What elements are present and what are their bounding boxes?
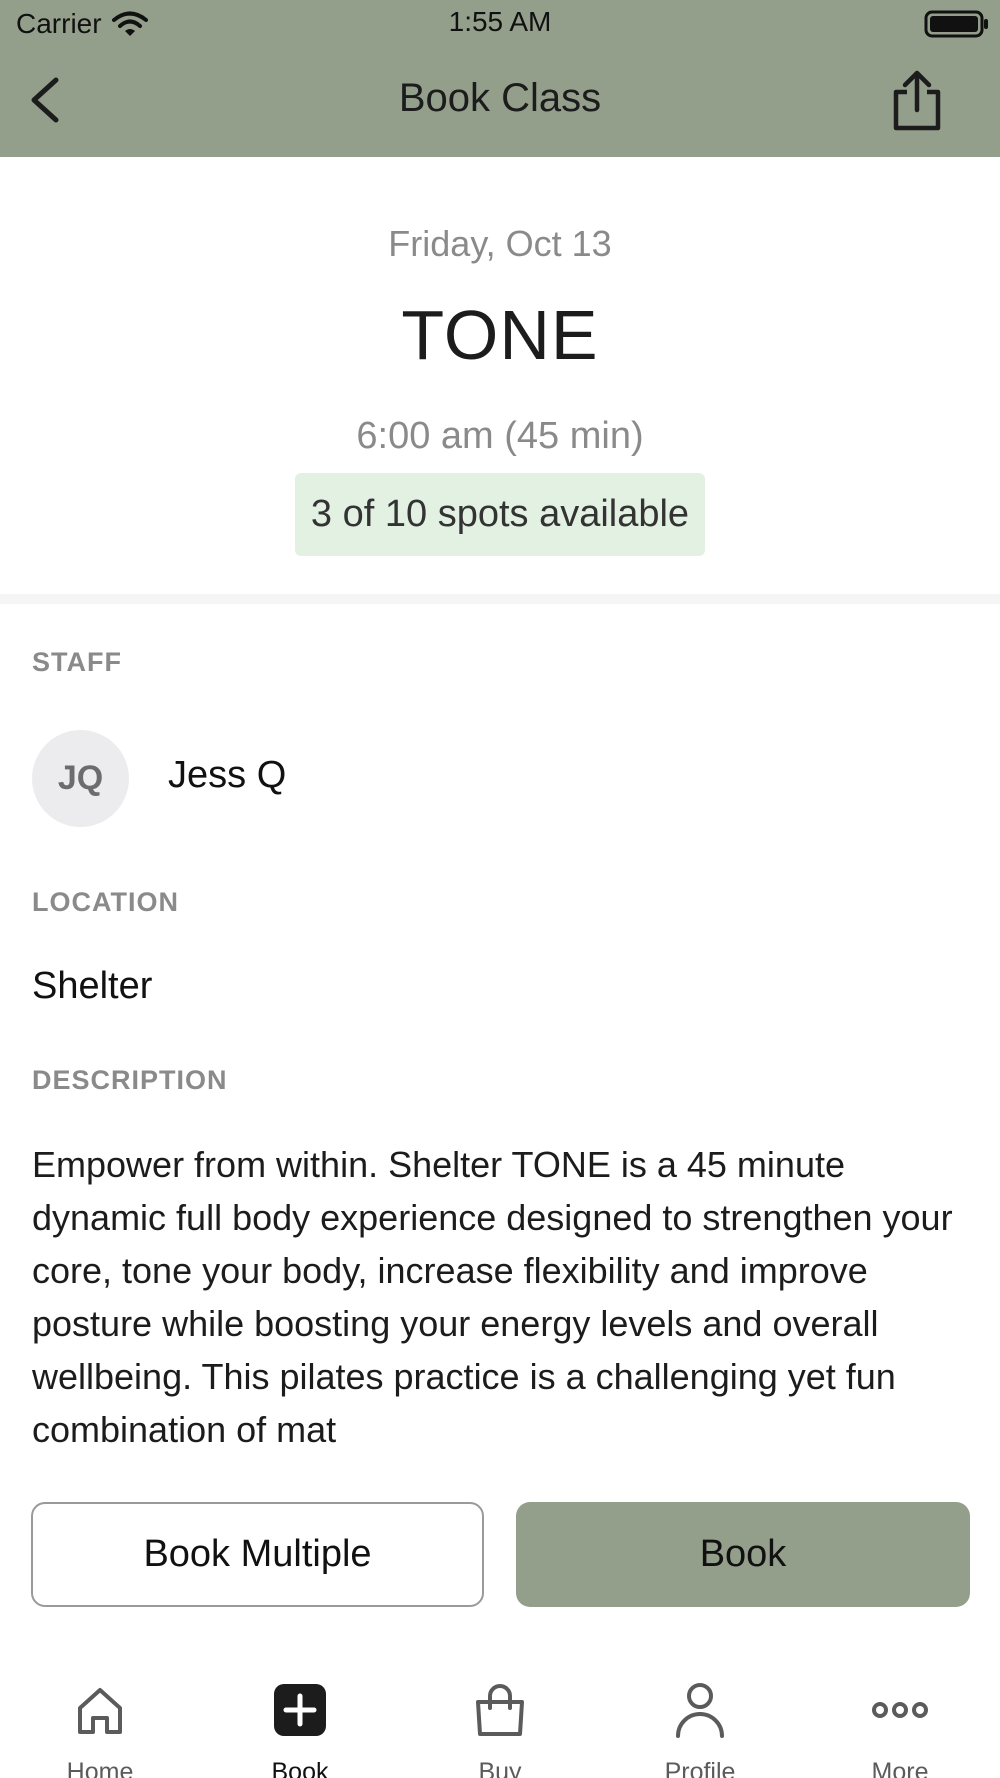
book-button[interactable]: Book (516, 1502, 970, 1607)
staff-label: STAFF (32, 647, 122, 677)
tab-label-profile: Profile (664, 1758, 736, 1778)
tab-more[interactable]: More (800, 1650, 1000, 1778)
tab-label-more: More (871, 1758, 929, 1778)
book-multiple-button[interactable]: Book Multiple (31, 1502, 484, 1607)
tab-home[interactable]: Home (0, 1650, 200, 1778)
home-icon (78, 1688, 122, 1734)
share-button[interactable] (890, 70, 944, 132)
plus-square-icon (274, 1684, 326, 1736)
page-title: Book Class (398, 76, 602, 120)
location-label: LOCATION (32, 887, 179, 917)
description-label: DESCRIPTION (32, 1065, 228, 1095)
more-dots-icon (872, 1702, 928, 1718)
avatar[interactable]: JQ (32, 730, 129, 827)
tab-bar: Home Book Buy Profile More (0, 1650, 1000, 1778)
person-icon (676, 1683, 724, 1738)
class-date: Friday, Oct 13 (388, 223, 612, 264)
section-divider (0, 594, 1000, 604)
location-name: Shelter (32, 965, 153, 1007)
status-bar: Carrier 1:55 AM (0, 0, 1000, 48)
class-summary: Friday, Oct 13 TONE 6:00 am (45 min) 3 o… (0, 157, 1000, 597)
class-time: 6:00 am (45 min) (356, 415, 644, 457)
tab-label-home: Home (66, 1758, 134, 1778)
tab-book[interactable]: Book (200, 1650, 400, 1778)
description-scroll-area[interactable]: Empower from within. Shelter TONE is a 4… (32, 1138, 972, 1448)
tab-label-book: Book (271, 1758, 329, 1778)
tab-profile[interactable]: Profile (600, 1650, 800, 1778)
tab-buy[interactable]: Buy (400, 1650, 600, 1778)
header: Carrier 1:55 AM Book Class (0, 0, 1000, 157)
book-class-screen: Carrier 1:55 AM Book Class Friday, Oct 1… (0, 0, 1000, 1778)
share-icon (893, 70, 941, 131)
battery-icon (924, 10, 988, 38)
description-text: Empower from within. Shelter TONE is a 4… (32, 1144, 953, 1448)
tab-label-buy: Buy (478, 1758, 522, 1778)
staff-name[interactable]: Jess Q (168, 754, 286, 797)
spots-badge: 3 of 10 spots available (295, 473, 705, 556)
class-name: TONE (401, 296, 599, 374)
shopping-bag-icon (476, 1684, 524, 1736)
status-time: 1:55 AM (448, 6, 552, 37)
